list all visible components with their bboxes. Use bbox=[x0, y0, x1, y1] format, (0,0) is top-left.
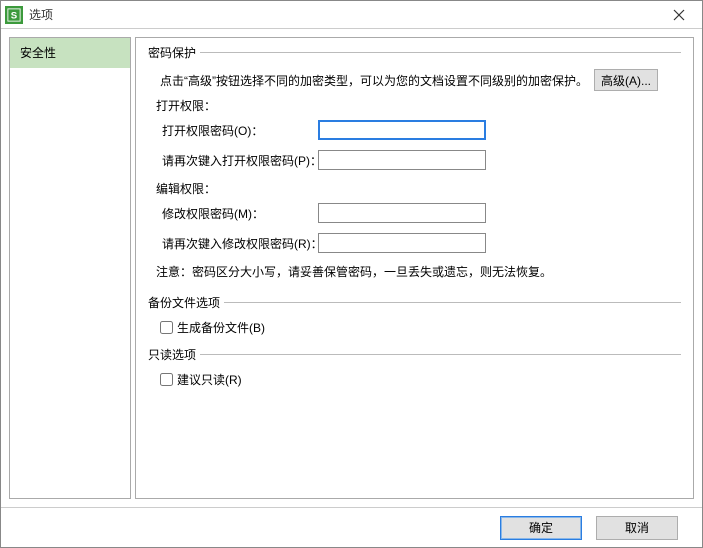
sidebar: 安全性 bbox=[9, 37, 131, 499]
sidebar-item-label: 安全性 bbox=[20, 46, 56, 60]
window-title: 选项 bbox=[29, 6, 660, 23]
open-password-confirm-input[interactable] bbox=[318, 150, 486, 170]
advanced-button[interactable]: 高级(A)... bbox=[594, 69, 658, 91]
edit-password-confirm-label: 请再次键入修改权限密码(R)： bbox=[162, 235, 318, 252]
recommend-readonly-checkbox[interactable] bbox=[160, 373, 173, 386]
titlebar: S 选项 bbox=[1, 1, 702, 29]
edit-password-input[interactable] bbox=[318, 203, 486, 223]
open-password-label: 打开权限密码(O)： bbox=[162, 122, 318, 139]
cancel-button[interactable]: 取消 bbox=[596, 516, 678, 540]
close-icon[interactable] bbox=[660, 2, 698, 28]
open-password-confirm-label: 请再次键入打开权限密码(P)： bbox=[162, 152, 318, 169]
sidebar-item-security[interactable]: 安全性 bbox=[10, 38, 130, 68]
dialog-footer: 确定 取消 bbox=[1, 507, 702, 547]
password-help-text: 点击“高级”按钮选择不同的加密类型，可以为您的文档设置不同级别的加密保护。 bbox=[160, 72, 588, 89]
section-password-legend: 密码保护 bbox=[148, 44, 200, 61]
recommend-readonly-label: 建议只读(R) bbox=[177, 371, 242, 388]
open-permission-header: 打开权限： bbox=[156, 97, 679, 114]
edit-permission-header: 编辑权限： bbox=[156, 180, 679, 197]
generate-backup-checkbox[interactable] bbox=[160, 321, 173, 334]
section-readonly: 只读选项 建议只读(R) bbox=[148, 346, 681, 392]
section-backup-legend: 备份文件选项 bbox=[148, 294, 224, 311]
app-icon: S bbox=[5, 6, 23, 24]
svg-text:S: S bbox=[11, 10, 18, 21]
ok-button[interactable]: 确定 bbox=[500, 516, 582, 540]
generate-backup-label: 生成备份文件(B) bbox=[177, 319, 265, 336]
password-note: 注意：密码区分大小写，请妥善保管密码，一旦丢失或遗忘，则无法恢复。 bbox=[156, 263, 679, 280]
edit-password-confirm-input[interactable] bbox=[318, 233, 486, 253]
section-backup: 备份文件选项 生成备份文件(B) bbox=[148, 294, 681, 340]
section-readonly-legend: 只读选项 bbox=[148, 346, 200, 363]
open-password-input[interactable] bbox=[318, 120, 486, 140]
content-panel: 密码保护 点击“高级”按钮选择不同的加密类型，可以为您的文档设置不同级别的加密保… bbox=[135, 37, 694, 499]
section-password: 密码保护 点击“高级”按钮选择不同的加密类型，可以为您的文档设置不同级别的加密保… bbox=[148, 44, 681, 288]
edit-password-label: 修改权限密码(M)： bbox=[162, 205, 318, 222]
